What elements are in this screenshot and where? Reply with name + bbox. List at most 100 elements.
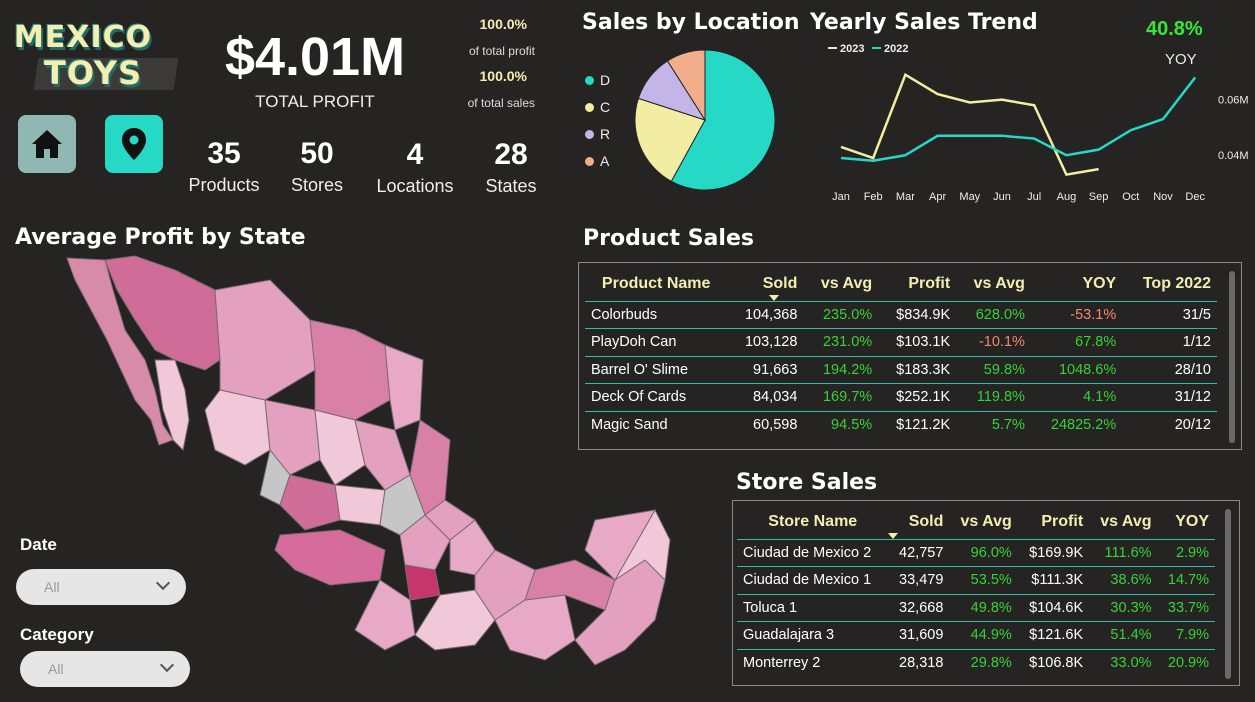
table-cell: $183.3K	[878, 355, 957, 384]
location-button[interactable]	[105, 115, 163, 173]
column-header[interactable]: Profit	[1018, 505, 1089, 539]
table-cell: 29.8%	[949, 648, 1018, 677]
column-header[interactable]: Profit	[878, 267, 956, 301]
table-cell: $104.6K	[1017, 593, 1090, 622]
column-header[interactable]: Store Name	[737, 505, 889, 539]
legend-item[interactable]: R	[585, 126, 610, 142]
category-filter-value: All	[48, 661, 64, 677]
table-cell: 31/12	[1122, 383, 1217, 411]
chevron-down-icon	[155, 575, 171, 591]
table-row[interactable]: Guadalajara 3 31,609 44.9% $121.6K 51.4% 7.9%	[737, 621, 1215, 649]
table-cell: 628.0%	[956, 300, 1031, 329]
table-header-row: Product Name Sold vs Avg Profit vs Avg YOY Top…	[585, 267, 1217, 301]
table-cell: 20/12	[1122, 410, 1217, 439]
table-row[interactable]: Colorbuds 104,368 235.0% $834.9K 628.0% -53.1…	[585, 300, 1217, 329]
yearly-trend-chart: 2023 2022 Jan Feb Mar Apr May Jun Jul Aug Sep Oct No…	[828, 43, 1249, 203]
table-cell: 94.5%	[803, 410, 879, 439]
table-cell: 103,128	[727, 328, 804, 356]
table-row[interactable]: Toluca 1 32,668 49.8% $104.6K 30.3% 33.7%	[737, 593, 1215, 622]
product-sales-title: Product Sales	[583, 226, 754, 251]
column-header[interactable]: Sold	[727, 267, 803, 301]
legend-item[interactable]: D	[585, 72, 610, 88]
table-cell: $103.1K	[878, 328, 957, 356]
product-table-scrollbar[interactable]	[1229, 271, 1235, 443]
stat-label: Locations	[376, 176, 454, 196]
table-cell: 111.6%	[1089, 538, 1158, 567]
table-cell: 38.6%	[1089, 566, 1158, 594]
chevron-down-icon	[159, 657, 175, 673]
sales-by-location-title: Sales by Location	[582, 10, 800, 35]
home-button[interactable]	[18, 115, 76, 173]
series-line-2022[interactable]	[840, 76, 1197, 163]
stat-value: 35	[207, 137, 241, 170]
product-sales-table-box: Product Name Sold vs Avg Profit vs Avg YOY Top…	[578, 262, 1242, 450]
y-tick-label: 0.06M	[1218, 95, 1249, 107]
table-cell: 119.8%	[956, 383, 1031, 411]
legend-dot	[585, 76, 594, 85]
column-header[interactable]: YOY	[1031, 267, 1122, 301]
sort-desc-icon[interactable]	[769, 295, 779, 301]
sales-pct-label: of total sales	[467, 96, 535, 110]
profit-pct: 100.0%	[479, 16, 527, 32]
table-cell: Magic Sand	[585, 410, 728, 439]
x-tick-label: Jan	[832, 191, 850, 203]
table-cell: Guadalajara 3	[737, 621, 889, 649]
table-cell: 235.0%	[803, 300, 879, 329]
table-cell: 20.9%	[1157, 648, 1215, 677]
table-cell: 33,479	[888, 566, 950, 594]
table-row[interactable]: Barrel O' Slime 91,663 194.2% $183.3K 59.8% 1…	[585, 355, 1217, 384]
stat-value: 28	[494, 138, 528, 171]
table-cell: 1/12	[1122, 328, 1217, 356]
table-cell: 14.7%	[1157, 566, 1215, 594]
table-row[interactable]: Ciudad de Mexico 1 33,479 53.5% $111.3K 38.6…	[737, 566, 1215, 594]
category-filter-dropdown[interactable]: All	[20, 651, 190, 687]
table-cell: 42,757	[888, 538, 950, 567]
date-filter-dropdown[interactable]: All	[16, 569, 186, 605]
sort-desc-icon[interactable]	[888, 533, 898, 539]
table-row[interactable]: Deck Of Cards 84,034 169.7% $252.1K 119.8% 4.…	[585, 383, 1217, 411]
column-header[interactable]: YOY	[1158, 505, 1215, 539]
legend-dot	[585, 130, 594, 139]
legend-label: R	[600, 126, 611, 142]
date-filter-value: All	[44, 579, 60, 595]
table-cell: 4.1%	[1030, 383, 1123, 411]
total-profit-value: $4.01M	[224, 27, 406, 87]
table-cell: 28/10	[1122, 355, 1217, 384]
stat-label: Products	[188, 175, 260, 195]
table-cell: 28,318	[888, 648, 950, 677]
table-row[interactable]: Ciudad de Mexico 2 42,757 96.0% $169.9K 111.…	[737, 538, 1215, 567]
table-cell: Monterrey 2	[737, 648, 889, 677]
store-sales-table: Store Name Sold vs Avg Profit vs Avg YOY Ciuda…	[737, 505, 1215, 677]
table-cell: 1048.6%	[1030, 355, 1123, 384]
legend-label: 2023	[840, 43, 864, 55]
column-header[interactable]: vs Avg	[956, 267, 1031, 301]
x-tick-label: Aug	[1057, 191, 1077, 203]
column-header[interactable]: vs Avg	[1089, 505, 1157, 539]
store-table-scrollbar[interactable]	[1225, 509, 1231, 679]
x-tick-label: Oct	[1122, 191, 1139, 203]
table-row[interactable]: PlayDoh Can 103,128 231.0% $103.1K -10.1% 67.…	[585, 328, 1217, 356]
table-row[interactable]: Monterrey 2 28,318 29.8% $106.8K 33.0% 20.9%	[737, 648, 1215, 677]
table-cell: -10.1%	[956, 328, 1031, 356]
column-header[interactable]: Top 2022	[1122, 267, 1217, 301]
table-row[interactable]: Magic Sand 60,598 94.5% $121.2K 5.7% 24825.2%…	[585, 410, 1217, 439]
y-tick-label: 0.04M	[1218, 150, 1249, 162]
stat-label: Stores	[290, 175, 344, 195]
table-cell: 96.0%	[949, 538, 1018, 567]
column-header[interactable]: Product Name	[585, 267, 727, 301]
table-cell: 5.7%	[956, 410, 1031, 439]
total-profit-label: TOTAL PROFIT	[255, 92, 375, 111]
legend-dot	[585, 103, 594, 112]
legend-label: C	[600, 99, 611, 115]
legend-item[interactable]: C	[585, 99, 610, 115]
table-cell: 60,598	[727, 410, 804, 439]
table-cell: Deck Of Cards	[585, 383, 728, 411]
legend-item[interactable]: A	[585, 153, 609, 169]
table-cell: Barrel O' Slime	[585, 355, 728, 384]
table-cell: Toluca 1	[737, 593, 889, 622]
stat-states: 28 States	[463, 138, 559, 197]
stat-value: 50	[300, 137, 334, 170]
table-cell: $106.8K	[1017, 648, 1090, 677]
column-header[interactable]: vs Avg	[949, 505, 1017, 539]
column-header[interactable]: vs Avg	[803, 267, 878, 301]
